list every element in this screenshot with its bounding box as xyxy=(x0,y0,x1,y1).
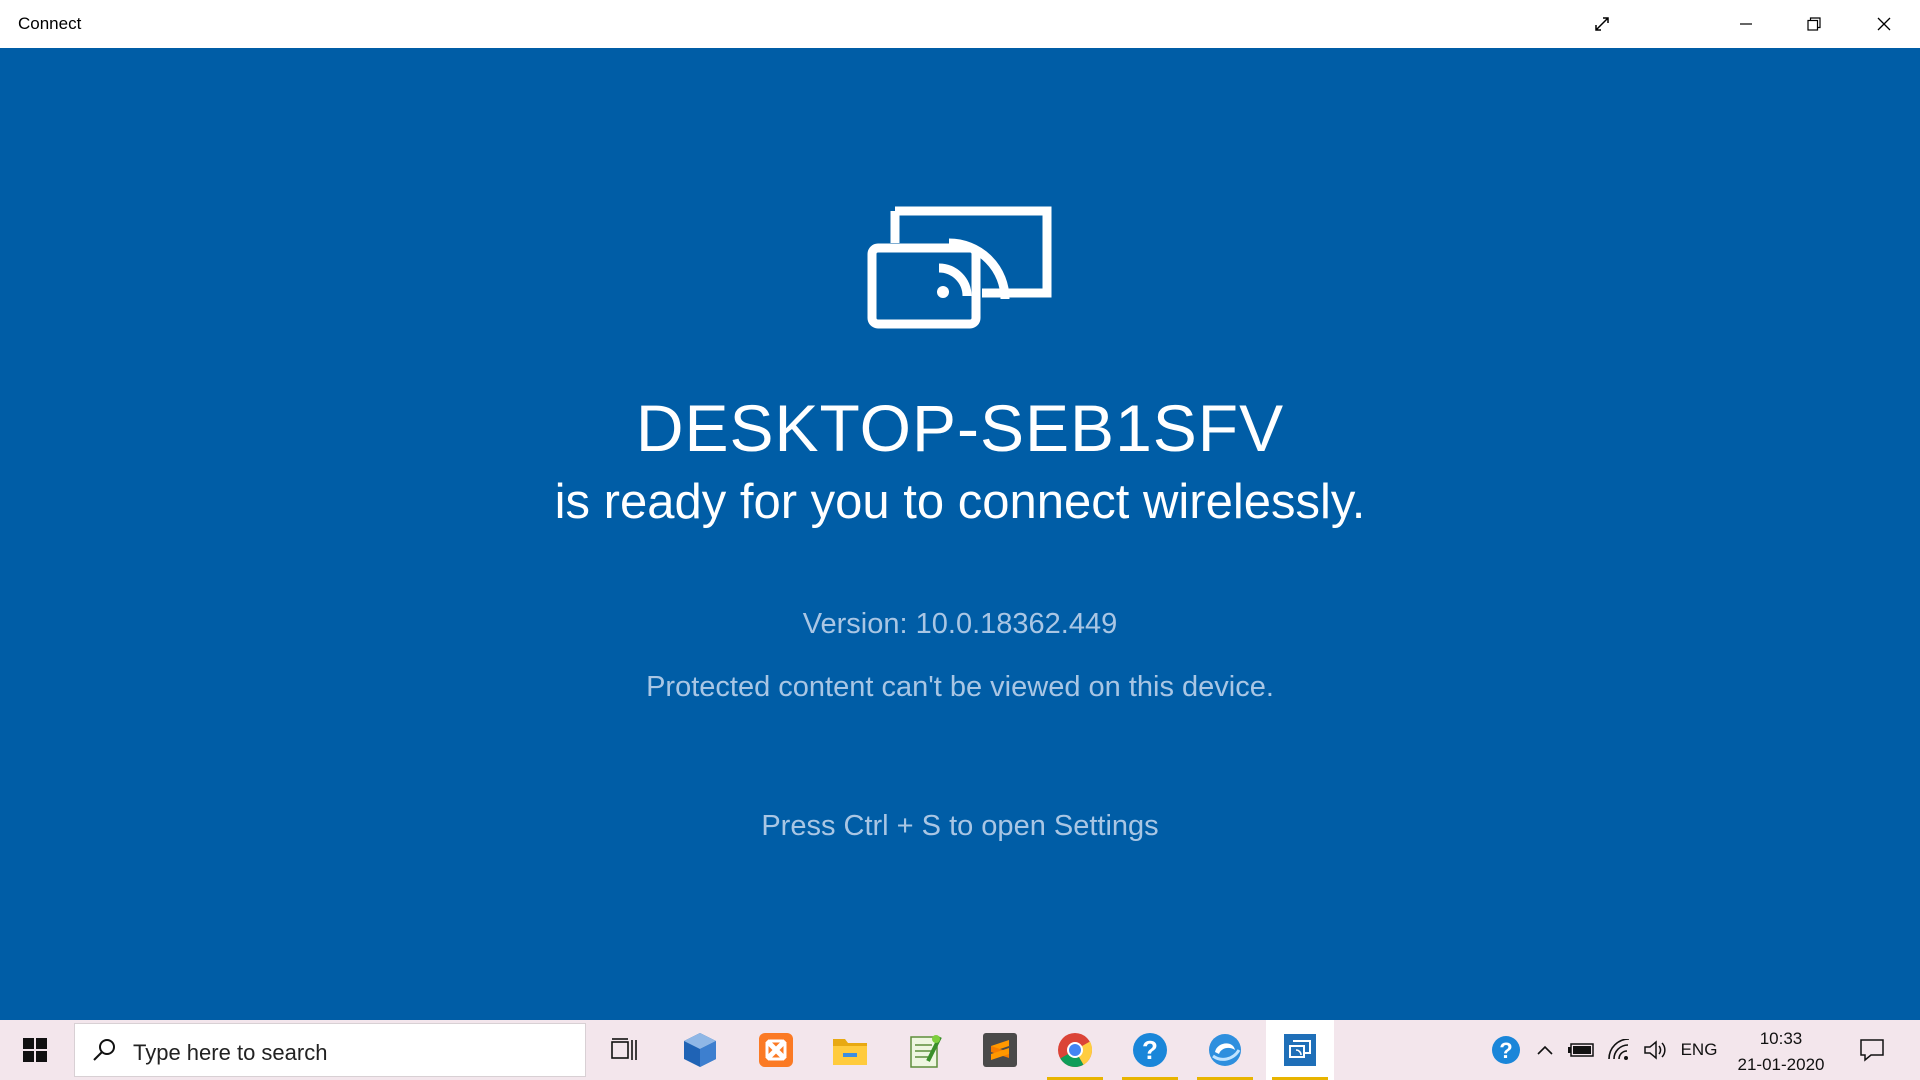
notepad-icon xyxy=(910,1035,942,1068)
fullscreen-icon xyxy=(1595,17,1609,31)
taskbar-app-connect[interactable] xyxy=(1266,1020,1334,1080)
connect-main: DESKTOP-SEB1SFV is ready for you to conn… xyxy=(0,48,1920,1020)
protected-content-notice: Protected content can't be viewed on thi… xyxy=(646,671,1274,703)
clock[interactable]: 10:33 21-01-2020 xyxy=(1726,1026,1836,1078)
notification-icon xyxy=(1860,1039,1884,1062)
xampp-icon xyxy=(759,1033,793,1067)
input-language[interactable]: ENG xyxy=(1676,1020,1722,1080)
help-icon: ? xyxy=(1133,1033,1167,1067)
task-view-button[interactable] xyxy=(590,1020,658,1080)
minimize-icon xyxy=(1740,23,1752,25)
taskbar-app-chrome[interactable] xyxy=(1041,1020,1109,1080)
taskbar-app-file-explorer[interactable] xyxy=(816,1020,884,1080)
task-view-icon xyxy=(611,1038,637,1060)
tray-network[interactable] xyxy=(1604,1020,1634,1080)
search-icon xyxy=(93,1039,115,1061)
chevron-up-icon xyxy=(1537,1045,1553,1055)
tray-help[interactable]: ? xyxy=(1488,1020,1524,1080)
svg-text:?: ? xyxy=(1142,1035,1158,1065)
window-title: Connect xyxy=(18,14,82,33)
taskbar: Type here to search ? ? ENG 10:33 21-01-… xyxy=(0,1020,1920,1080)
svg-text:?: ? xyxy=(1499,1038,1512,1063)
tray-volume[interactable] xyxy=(1640,1020,1670,1080)
taskbar-app-virtualbox[interactable] xyxy=(666,1020,734,1080)
taskbar-app-xampp[interactable] xyxy=(742,1020,810,1080)
close-button[interactable] xyxy=(1850,0,1918,48)
show-hidden-icons[interactable] xyxy=(1532,1020,1558,1080)
file-explorer-icon xyxy=(833,1039,867,1065)
title-bar: Connect xyxy=(0,0,1920,48)
version-label: Version: 10.0.18362.449 xyxy=(802,608,1118,640)
tray-battery[interactable] xyxy=(1566,1020,1598,1080)
help-icon: ? xyxy=(1492,1036,1520,1064)
connect-icon xyxy=(1284,1034,1316,1066)
search-placeholder: Type here to search xyxy=(133,1040,328,1065)
wireless-display-icon xyxy=(867,206,1052,329)
ready-message: is ready for you to connect wirelessly. xyxy=(554,475,1366,529)
restore-button[interactable] xyxy=(1780,0,1848,48)
wifi-icon xyxy=(1608,1039,1630,1060)
start-button[interactable] xyxy=(0,1020,70,1080)
fullscreen-button[interactable] xyxy=(1568,0,1636,48)
settings-hint: Press Ctrl + S to open Settings xyxy=(761,810,1159,842)
device-name: DESKTOP-SEB1SFV xyxy=(635,391,1285,465)
browser-icon xyxy=(1209,1034,1241,1066)
windows-logo-icon xyxy=(23,1038,47,1062)
speaker-icon xyxy=(1644,1040,1666,1060)
sublime-text-icon xyxy=(983,1033,1017,1067)
taskbar-app-browser[interactable] xyxy=(1191,1020,1259,1080)
taskbar-app-notepad[interactable] xyxy=(891,1020,959,1080)
minimize-button[interactable] xyxy=(1712,0,1780,48)
clock-time: 10:33 xyxy=(1759,1029,1803,1048)
restore-icon xyxy=(1807,17,1821,31)
taskbar-app-help[interactable]: ? xyxy=(1116,1020,1184,1080)
close-icon xyxy=(1877,17,1891,31)
action-center-button[interactable] xyxy=(1852,1020,1892,1080)
battery-icon xyxy=(1568,1043,1594,1057)
virtualbox-icon xyxy=(684,1033,716,1067)
taskbar-search-box[interactable]: Type here to search xyxy=(74,1023,586,1077)
chrome-icon xyxy=(1058,1033,1093,1067)
taskbar-app-sublime-text[interactable] xyxy=(966,1020,1034,1080)
clock-date: 21-01-2020 xyxy=(1737,1055,1825,1074)
